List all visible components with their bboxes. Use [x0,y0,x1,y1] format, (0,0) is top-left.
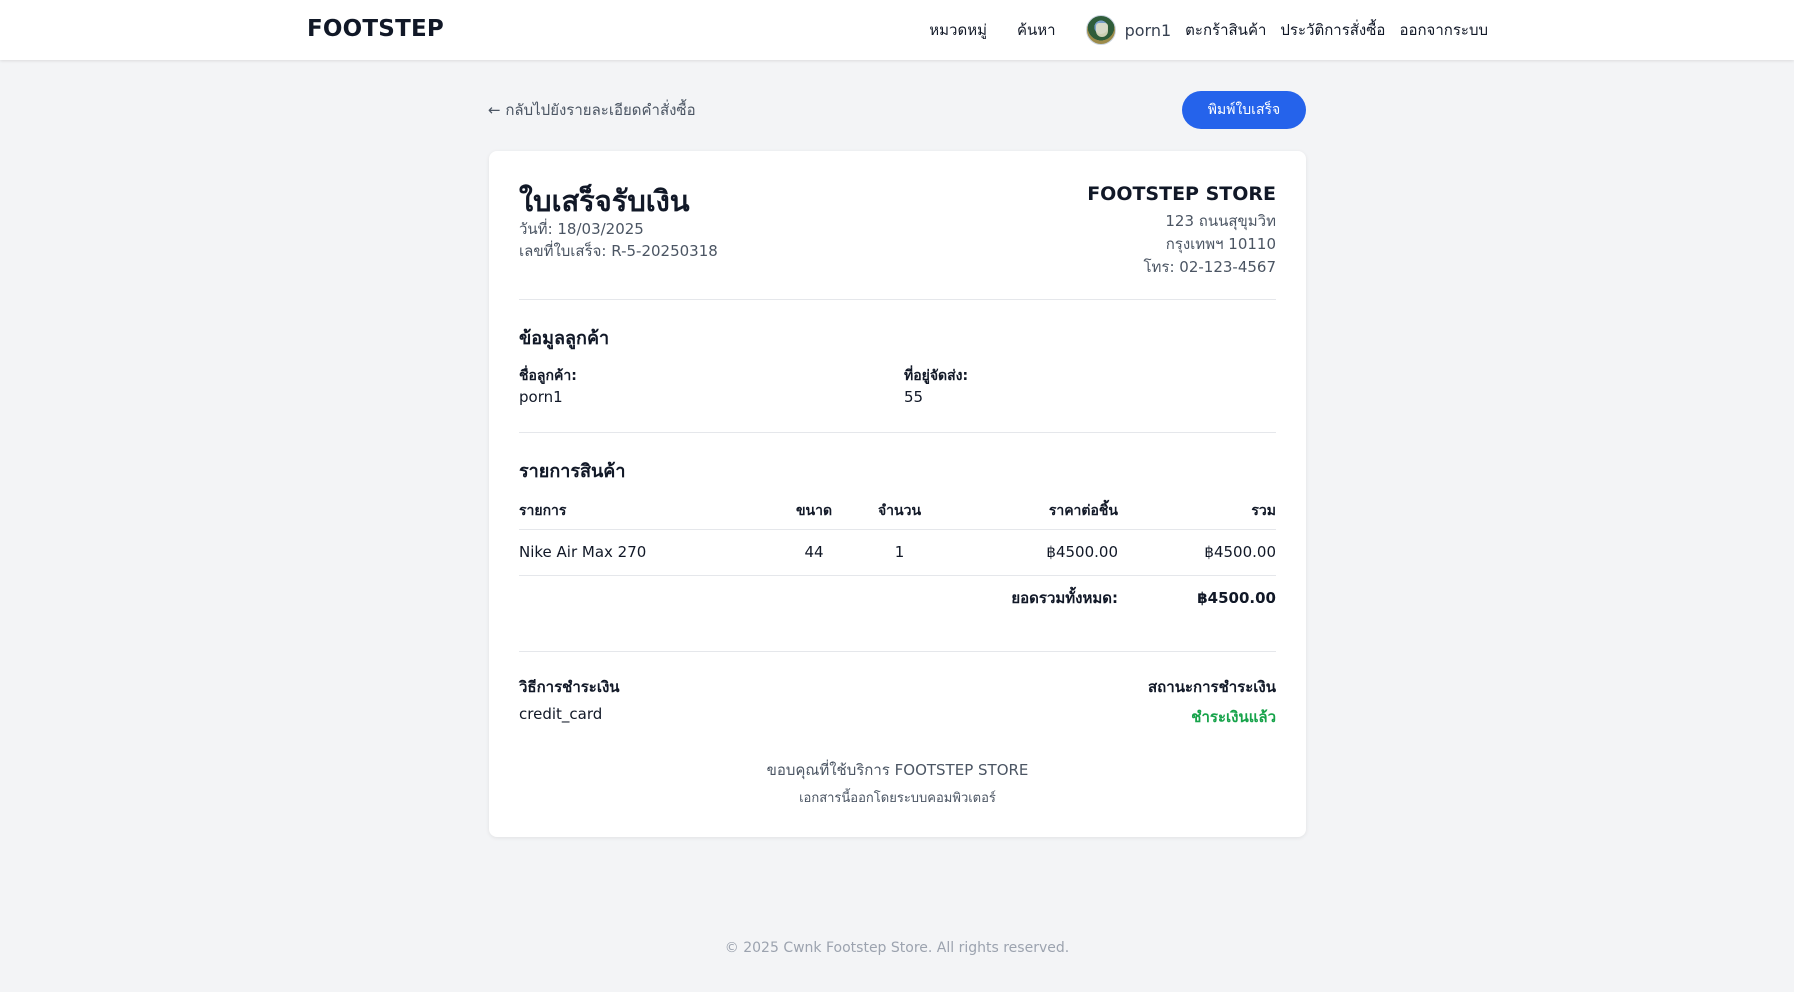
store-phone: โทร: 02-123-4567 [1143,258,1276,276]
grand-total-row: ยอดรวมทั้งหมด: ฿4500.00 [519,575,1276,620]
payment-status-badge: ชำระเงินแล้ว [1191,708,1276,726]
nav-user-profile[interactable]: porn1 [1085,15,1172,45]
nav-cart-link[interactable]: ตะกร้าสินค้า [1185,18,1266,42]
payment-status-label: สถานะการชำระเงิน [1148,678,1276,696]
customer-name-value: porn1 [519,388,563,406]
item-qty-cell: 1 [847,529,952,576]
nav-order-history-link[interactable]: ประวัติการสั่งซื้อ [1280,18,1385,42]
nav-search-link[interactable]: ค้นหา [1017,18,1056,42]
avatar [1085,15,1116,45]
col-header-qty: จำนวน [847,494,952,530]
store-name: FOOTSTEP STORE [1087,183,1276,205]
table-row: Nike Air Max 270 44 1 ฿4500.00 ฿4500.00 [519,529,1276,576]
col-header-total: รวม [1118,494,1276,530]
shipping-address-value: 55 [904,388,924,406]
thank-you-message: ขอบคุณที่ใช้บริการ FOOTSTEP STORE [766,761,1029,779]
divider [519,299,1276,300]
page-footer: © 2025 Cwnk Footstep Store. All rights r… [724,940,1070,956]
payment-method-label: วิธีการชำระเงิน [519,678,620,696]
col-header-size: ขนาด [781,494,847,530]
divider [519,432,1276,433]
item-total-cell: ฿4500.00 [1118,529,1276,576]
nav-username: porn1 [1124,20,1172,40]
receipt-card: ใบเสร็จรับเงิน วันที่: 18/03/2025 เลขที่… [489,151,1306,837]
receipt-date: วันที่: 18/03/2025 [519,220,644,238]
col-header-item: รายการ [519,494,781,530]
shipping-address-label: ที่อยู่จัดส่ง: [904,368,969,384]
customer-section-title: ข้อมูลลูกค้า [519,328,610,349]
main-nav: หมวดหมู่ ค้นหา porn1 ตะกร้าสินค้า ประวัต… [929,13,1488,47]
item-unit-price-cell: ฿4500.00 [952,529,1118,576]
computer-generated-note: เอกสารนี้ออกโดยระบบคอมพิวเตอร์ [799,791,996,806]
payment-method-value: credit_card [519,705,603,723]
grand-total-value: ฿4500.00 [1197,588,1276,607]
divider [519,651,1276,652]
store-address-line1: 123 ถนนสุขุมวิท [1165,212,1276,230]
grand-total-label: ยอดรวมทั้งหมด: [1011,588,1118,607]
receipt-number: เลขที่ใบเสร็จ: R-5-20250318 [519,242,718,260]
item-name-cell: Nike Air Max 270 [519,529,781,576]
items-section-title: รายการสินค้า [519,461,626,482]
item-size-cell: 44 [781,529,847,576]
items-table: รายการ ขนาด จำนวน ราคาต่อชิ้น รวม Nike A… [519,494,1276,620]
nav-categories-link[interactable]: หมวดหมู่ [929,18,987,42]
back-to-order-details-link[interactable]: ← กลับไปยังรายละเอียดคำสั่งซื้อ [488,98,696,122]
customer-name-label: ชื่อลูกค้า: [519,368,577,384]
top-navbar: FOOTSTEP หมวดหมู่ ค้นหา porn1 ตะกร้าสินค… [0,0,1794,60]
print-receipt-button[interactable]: พิมพ์ใบเสร็จ [1182,91,1306,129]
store-address-line2: กรุงเทพฯ 10110 [1165,235,1276,253]
table-header-row: รายการ ขนาด จำนวน ราคาต่อชิ้น รวม [519,494,1276,530]
nav-logout-link[interactable]: ออกจากระบบ [1399,18,1488,42]
col-header-unit-price: ราคาต่อชิ้น [952,494,1118,530]
brand-logo[interactable]: FOOTSTEP [307,16,444,42]
